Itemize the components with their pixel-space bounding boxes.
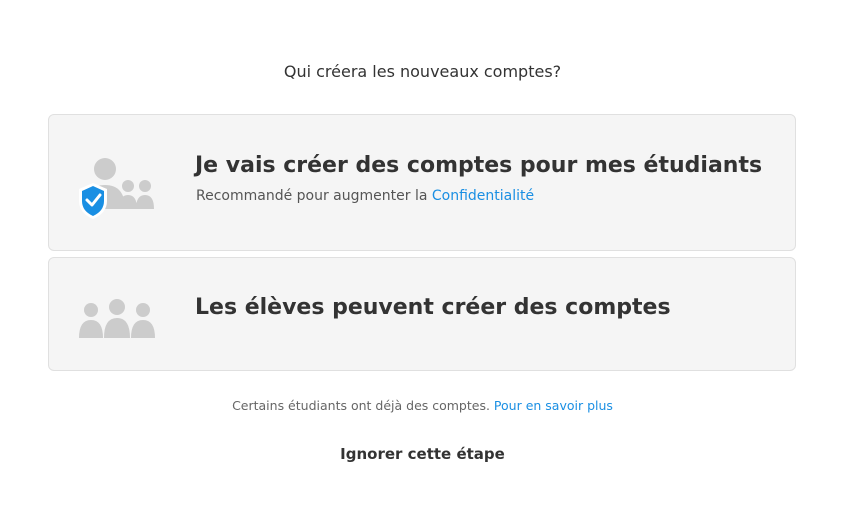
question-heading: Qui créera les nouveaux comptes? [283, 62, 562, 81]
skip-step-button[interactable]: Ignorer cette étape [0, 445, 845, 463]
teacher-with-shield-icon [77, 155, 157, 231]
learn-more-link[interactable]: Pour en savoir plus [494, 398, 613, 413]
students-group-icon [77, 298, 157, 346]
option-students-create-accounts[interactable]: Les élèves peuvent créer des comptes [48, 257, 796, 371]
option-title: Les élèves peuvent créer des comptes [195, 295, 671, 320]
footnote-text: Certains étudiants ont déjà des comptes. [232, 398, 494, 413]
option-title: Je vais créer des comptes pour mes étudi… [195, 153, 763, 178]
option-teacher-creates-accounts[interactable]: Je vais créer des comptes pour mes étudi… [48, 114, 796, 251]
account-creation-dialog: Qui créera les nouveaux comptes? Je vais… [0, 0, 845, 507]
existing-accounts-note: Certains étudiants ont déjà des comptes.… [0, 398, 845, 413]
option-subtitle: Recommandé pour augmenter la Confidentia… [196, 188, 534, 204]
option-subtitle-text: Recommandé pour augmenter la [196, 188, 432, 204]
privacy-link[interactable]: Confidentialité [432, 188, 534, 204]
